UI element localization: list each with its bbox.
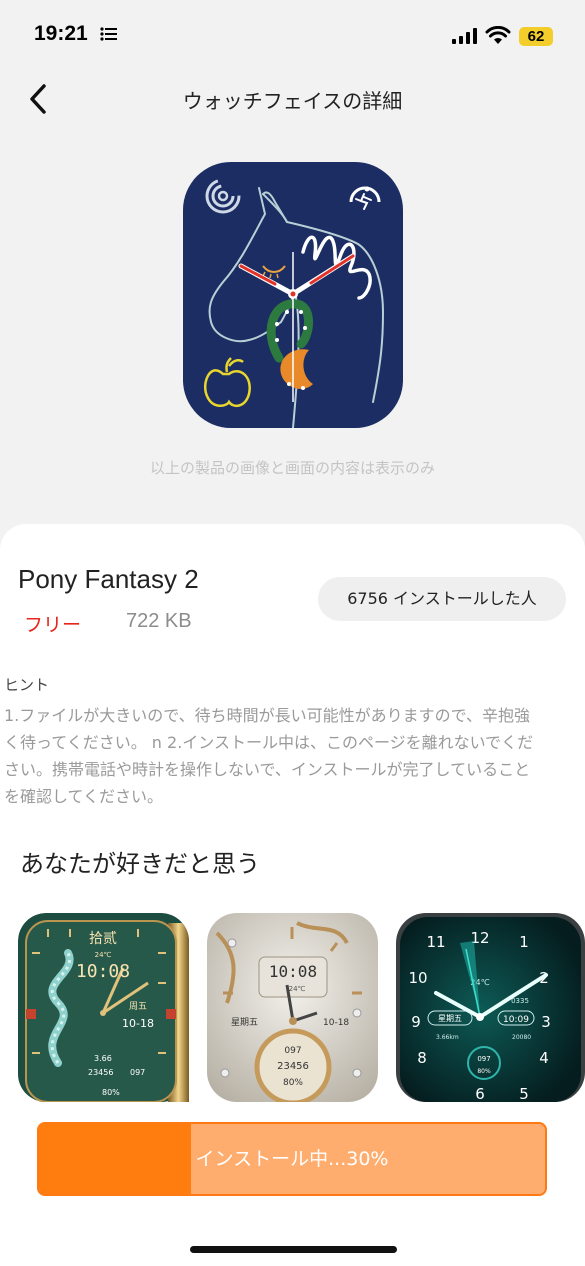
- svg-text:1: 1: [519, 933, 529, 951]
- battery-indicator: 62: [519, 27, 553, 46]
- svg-text:11: 11: [426, 933, 445, 951]
- teal-face-thumbnail: 12 11 1 2 3 4 10 9 8 6 5 24℃ 0335 星期五 10…: [396, 913, 585, 1102]
- silver-battery: 80%: [283, 1078, 303, 1088]
- teal-heart: 097: [477, 1055, 490, 1063]
- svg-text:3: 3: [541, 1013, 551, 1031]
- wifi-icon: [485, 26, 511, 44]
- silver-day: 星期五: [231, 1017, 258, 1028]
- dragon-steps: 23456: [88, 1068, 113, 1077]
- silver-steps: 23456: [277, 1061, 309, 1072]
- dragon-date: 10-18: [122, 1017, 154, 1030]
- svg-text:8: 8: [417, 1049, 427, 1067]
- recommend-face-silver[interactable]: 10:08 24℃ 星期五 10-18 097 23456 80%: [207, 913, 378, 1102]
- watch-face-name: Pony Fantasy 2: [18, 564, 199, 594]
- dragon-brand: 拾贰: [89, 930, 117, 947]
- recommend-face-teal[interactable]: 12 11 1 2 3 4 10 9 8 6 5 24℃ 0335 星期五 10…: [396, 913, 585, 1102]
- preview-disclaimer: 以上の製品の画像と画面の内容は表示のみ: [149, 459, 435, 477]
- dragon-day: 周五: [129, 1001, 147, 1012]
- dragon-time: 10:08: [76, 961, 130, 982]
- nav-bar: ウォッチフェイスの詳細: [0, 70, 585, 130]
- hint-body: 1.ファイルが大きいので、待ち時間が長い可能性がありますので、辛抱強く待ってくだ…: [4, 706, 534, 806]
- install-count-badge: 6756 インストールした人: [318, 577, 566, 621]
- install-progress-button[interactable]: インストール中...30%: [37, 1122, 547, 1196]
- file-size: 722 KB: [126, 610, 192, 632]
- dragon-battery: 80%: [102, 1088, 120, 1097]
- svg-text:9: 9: [411, 1013, 421, 1031]
- silver-time: 10:08: [269, 962, 317, 981]
- svg-text:5: 5: [519, 1085, 529, 1102]
- install-progress-label: インストール中...30%: [195, 1148, 389, 1170]
- teal-small: 0335: [511, 997, 529, 1005]
- svg-text:6: 6: [475, 1085, 485, 1102]
- status-bar: 19:21 62: [0, 0, 585, 70]
- dragon-face-thumbnail: 拾贰 24℃ 10:08 周五 10-18 3.66 23456 097 80%: [18, 913, 189, 1102]
- silver-temp: 24℃: [289, 985, 306, 993]
- price-label: フリー: [24, 614, 82, 636]
- silver-date: 10-18: [323, 1018, 349, 1028]
- status-time: 19:21: [34, 22, 88, 45]
- teal-day: 星期五: [438, 1014, 462, 1023]
- home-indicator: [190, 1246, 397, 1253]
- watch-face-preview: [183, 162, 403, 428]
- teal-steps: 20080: [512, 1034, 531, 1041]
- teal-distance: 3.66km: [436, 1034, 459, 1041]
- cellular-signal-icon: [452, 28, 477, 44]
- silver-heart: 097: [284, 1046, 301, 1056]
- silver-face-thumbnail: 10:08 24℃ 星期五 10-18 097 23456 80%: [207, 913, 378, 1102]
- svg-text:4: 4: [539, 1049, 549, 1067]
- recommend-face-dragon[interactable]: 拾贰 24℃ 10:08 周五 10-18 3.66 23456 097 80%: [18, 913, 189, 1102]
- hint-title: ヒント: [4, 676, 50, 694]
- recommend-title: あなたが好きだと思う: [20, 850, 260, 878]
- dragon-heart: 097: [130, 1068, 145, 1077]
- dragon-temp: 24℃: [95, 951, 112, 959]
- teal-battery: 80%: [477, 1068, 491, 1075]
- teal-time: 10:09: [503, 1015, 529, 1025]
- focus-list-icon: [100, 27, 117, 41]
- page-title: ウォッチフェイスの詳細: [182, 89, 403, 113]
- svg-text:10: 10: [408, 969, 427, 987]
- dragon-small-value: 3.66: [94, 1054, 112, 1063]
